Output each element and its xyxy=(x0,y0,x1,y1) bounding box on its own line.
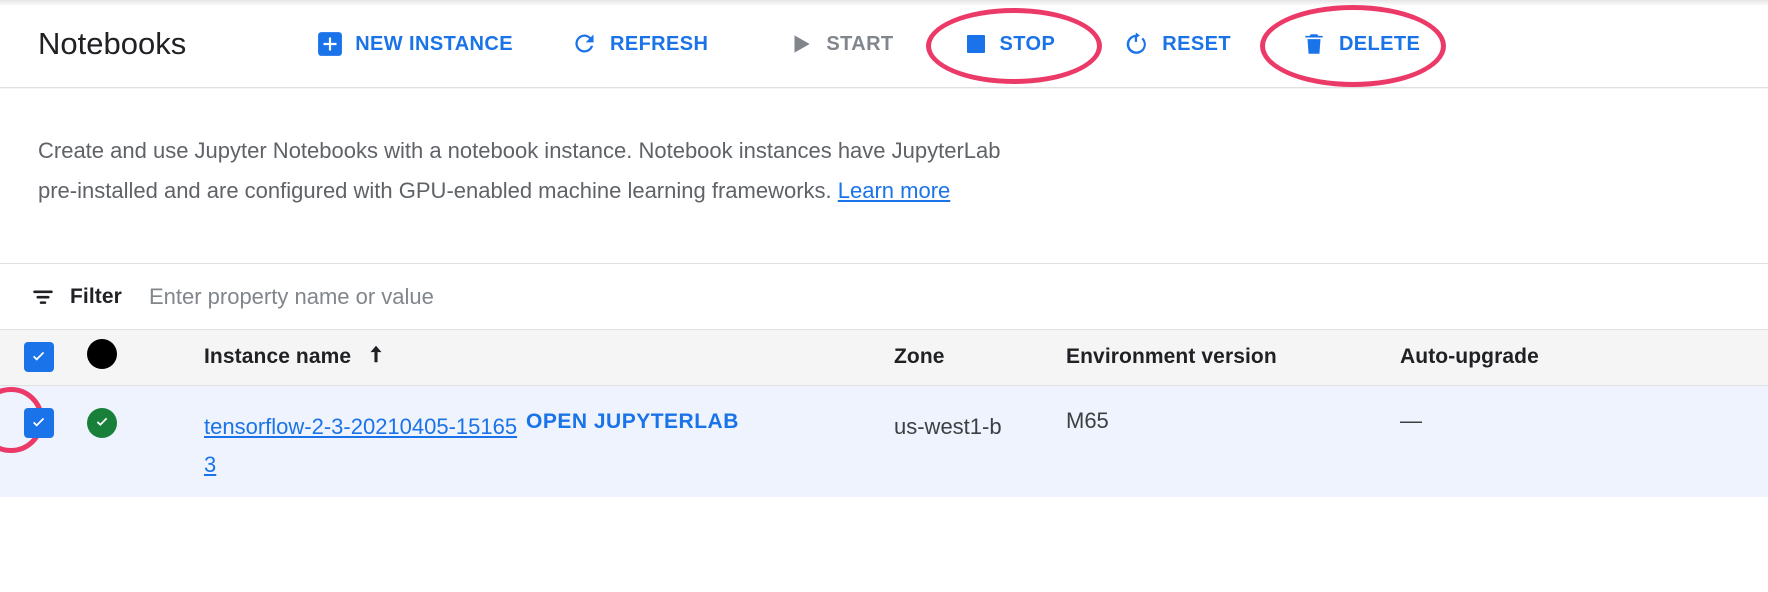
header-cell-auto-upgrade[interactable]: Auto-upgrade xyxy=(1400,330,1768,386)
table-row[interactable]: tensorflow-2-3-20210405-151653 OPEN JUPY… xyxy=(0,385,1768,497)
arrow-up-icon xyxy=(365,343,387,371)
instance-name-link[interactable]: tensorflow-2-3-20210405-151653 xyxy=(204,414,517,477)
header-cell-select-all xyxy=(0,330,68,386)
header-label-auto-upgrade: Auto-upgrade xyxy=(1400,345,1539,369)
new-instance-button[interactable]: NEW INSTANCE xyxy=(301,23,529,65)
row-cell-status xyxy=(68,385,204,497)
delete-label: DELETE xyxy=(1338,32,1421,55)
filter-icon[interactable] xyxy=(30,284,56,310)
delete-button[interactable]: DELETE xyxy=(1259,4,1446,87)
page-title: Notebooks xyxy=(38,25,187,61)
status-circle-icon xyxy=(87,339,117,370)
filter-label: Filter xyxy=(70,284,122,308)
open-jupyterlab-link[interactable]: OPEN JUPYTERLAB xyxy=(526,410,739,433)
stop-square-icon xyxy=(964,32,988,56)
trash-icon xyxy=(1301,31,1327,57)
stop-label: STOP xyxy=(999,32,1056,55)
header-cell-zone[interactable]: Zone xyxy=(894,330,1066,386)
row-cell-auto-upgrade: — xyxy=(1400,385,1768,497)
reset-label: RESET xyxy=(1162,32,1231,55)
zone-value: us-west1-b xyxy=(894,413,1002,439)
plus-box-icon xyxy=(317,31,343,57)
environment-version-value: M65 xyxy=(1066,407,1109,433)
header-label-instance-name: Instance name xyxy=(204,345,352,369)
row-checkbox[interactable] xyxy=(24,407,54,438)
header-cell-environment-version[interactable]: Environment version xyxy=(1066,330,1400,386)
row-cell-zone: us-west1-b xyxy=(894,385,1066,497)
filter-bar: Filter xyxy=(0,264,1768,330)
auto-upgrade-value: — xyxy=(1400,407,1422,433)
page-description: Create and use Jupyter Notebooks with a … xyxy=(0,88,1010,211)
refresh-label: REFRESH xyxy=(609,32,709,55)
header-cell-open xyxy=(526,330,894,386)
play-icon xyxy=(788,31,814,57)
learn-more-link[interactable]: Learn more xyxy=(838,178,951,203)
action-button-group: NEW INSTANCE REFRESH START STOP RESET DE… xyxy=(301,4,1446,87)
start-label: START xyxy=(826,32,894,55)
refresh-button[interactable]: REFRESH xyxy=(555,22,724,65)
new-instance-label: NEW INSTANCE xyxy=(355,32,513,55)
instances-table: Instance name Zone Environment version A… xyxy=(0,330,1768,497)
select-all-checkbox[interactable] xyxy=(24,341,54,372)
refresh-icon xyxy=(571,30,598,57)
notebooks-page: Notebooks NEW INSTANCE REFRESH START STO… xyxy=(0,0,1768,592)
header-cell-status xyxy=(68,330,204,386)
reset-button[interactable]: RESET xyxy=(1107,22,1247,65)
row-cell-environment-version: M65 xyxy=(1066,385,1400,497)
row-cell-select xyxy=(0,385,68,497)
header-label-environment-version: Environment version xyxy=(1066,345,1277,369)
header-cell-instance-name[interactable]: Instance name xyxy=(204,330,526,386)
stop-button[interactable]: STOP xyxy=(925,7,1102,84)
table-header: Instance name Zone Environment version A… xyxy=(0,330,1768,386)
power-reset-icon xyxy=(1123,30,1150,57)
filter-input[interactable] xyxy=(148,283,749,310)
header-label-zone: Zone xyxy=(894,345,945,369)
table-body: tensorflow-2-3-20210405-151653 OPEN JUPY… xyxy=(0,385,1768,497)
row-cell-open-jupyterlab: OPEN JUPYTERLAB xyxy=(526,385,894,497)
page-toolbar: Notebooks NEW INSTANCE REFRESH START STO… xyxy=(0,0,1768,88)
row-cell-instance-name: tensorflow-2-3-20210405-151653 xyxy=(204,385,526,497)
status-healthy-check-icon xyxy=(87,407,117,438)
start-button[interactable]: START xyxy=(772,23,909,65)
table-header-row: Instance name Zone Environment version A… xyxy=(0,330,1768,386)
